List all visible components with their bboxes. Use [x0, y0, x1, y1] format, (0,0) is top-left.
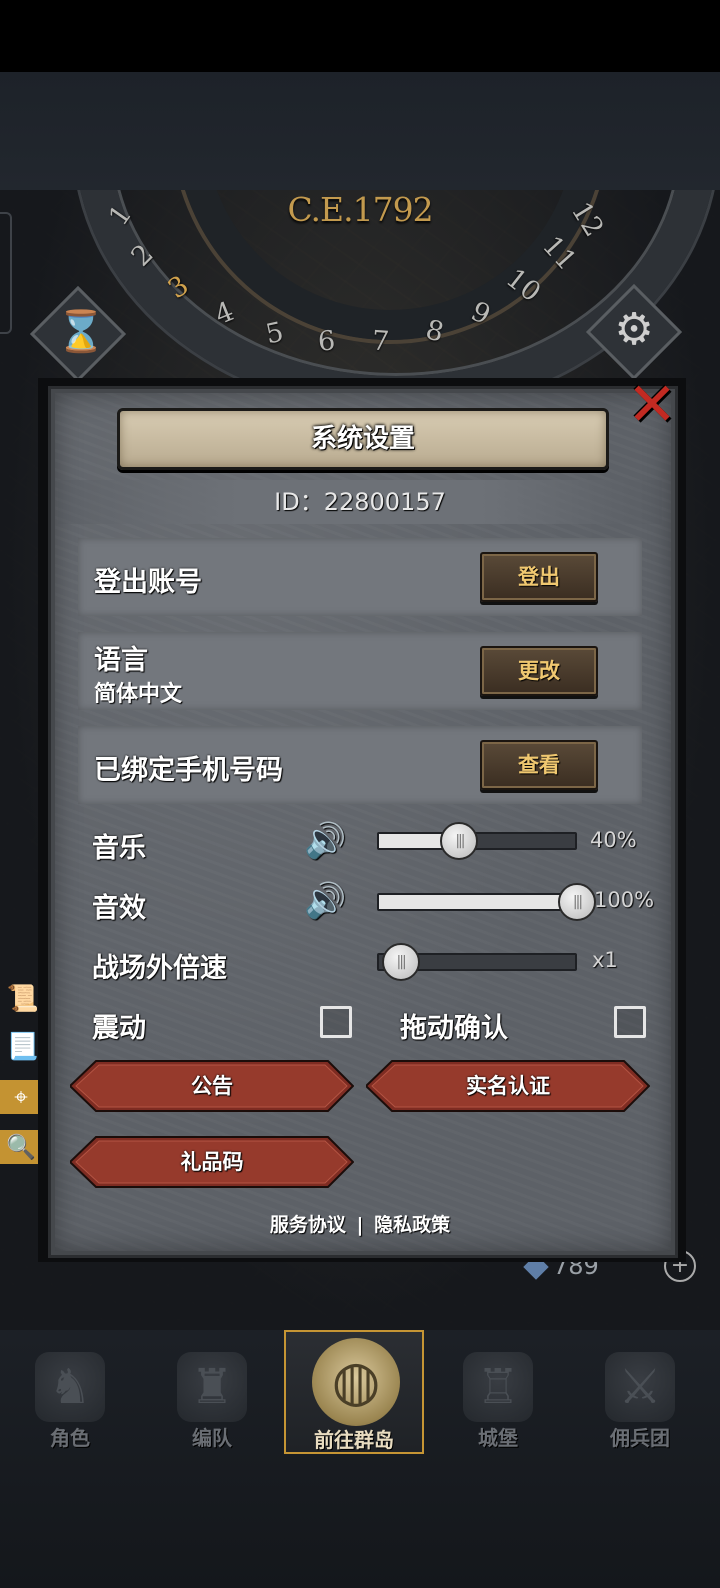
music-slider[interactable]: ||| — [377, 822, 577, 860]
status-bar-area — [0, 0, 720, 72]
announcement-label: 公告 — [191, 1074, 233, 1098]
map-scroll-icon[interactable]: 📃 — [6, 1030, 40, 1064]
mercenary-icon: ⚔ — [605, 1352, 675, 1422]
view-phone-button[interactable]: 查看 — [480, 740, 598, 790]
close-icon[interactable]: ✕ — [622, 375, 682, 435]
music-label: 音乐 — [92, 833, 146, 864]
dialog-title: 系统设置 — [310, 424, 415, 454]
logout-label: 登出账号 — [94, 567, 202, 598]
announcement-button[interactable]: 公告 — [70, 1060, 354, 1112]
privacy-policy-link[interactable]: 隐私政策 — [374, 1214, 450, 1236]
player-id: ID：22800157 — [274, 488, 446, 516]
nav-item-formation[interactable]: ♜ 编队 — [142, 1330, 282, 1454]
speed-slider[interactable]: ||| — [377, 943, 577, 981]
phone-label: 已绑定手机号码 — [94, 755, 283, 786]
nav-label: 前往群岛 — [314, 1428, 394, 1452]
gear-icon[interactable]: ⚙ — [605, 300, 663, 360]
music-volume-icon[interactable]: 🔊 — [304, 821, 350, 861]
helmet-icon: ♜ — [177, 1352, 247, 1422]
globe-icon: ◍ — [312, 1338, 400, 1426]
nav-label: 角色 — [50, 1426, 90, 1450]
top-dim-band — [0, 72, 720, 190]
sfx-label: 音效 — [92, 893, 146, 924]
service-agreement-link[interactable]: 服务协议 — [270, 1214, 346, 1236]
side-handle[interactable] — [0, 212, 12, 334]
nav-item-mercenary[interactable]: ⚔ 佣兵团 — [570, 1330, 710, 1454]
drag-confirm-label: 拖动确认 — [400, 1013, 508, 1044]
music-percent: 40% — [590, 828, 637, 852]
player-id-bar: ID：22800157 — [58, 480, 662, 524]
scroll-icon[interactable]: 📜 — [6, 982, 40, 1016]
language-value: 简体中文 — [94, 682, 183, 707]
target-icon[interactable]: ⌖ — [0, 1080, 42, 1114]
change-language-button[interactable]: 更改 — [480, 646, 598, 696]
nav-label: 编队 — [192, 1426, 232, 1450]
sfx-percent: 100% — [594, 888, 655, 912]
language-label: 语言 — [94, 645, 148, 676]
sfx-slider[interactable]: ||| — [377, 883, 596, 921]
vibration-label: 震动 — [92, 1013, 146, 1044]
castle-icon: ♖ — [463, 1352, 533, 1422]
nav-item-character[interactable]: ♞ 角色 — [0, 1330, 140, 1454]
speed-label: 战场外倍速 — [92, 953, 227, 984]
footer-separator: | — [356, 1214, 364, 1236]
giftcode-label: 礼品码 — [180, 1150, 244, 1174]
hourglass-icon[interactable]: ⌛ — [56, 307, 106, 357]
realname-button[interactable]: 实名认证 — [366, 1060, 650, 1112]
drag-confirm-checkbox[interactable] — [614, 1006, 646, 1038]
sfx-volume-icon[interactable]: 🔊 — [304, 881, 350, 921]
nav-label: 城堡 — [478, 1426, 518, 1450]
footer-links: 服务协议 | 隐私政策 — [0, 1210, 720, 1237]
nav-item-islands[interactable]: ◍ 前往群岛 — [284, 1330, 424, 1454]
nav-label: 佣兵团 — [610, 1426, 670, 1450]
sfx-slider-knob[interactable]: ||| — [558, 883, 596, 921]
realname-label: 实名认证 — [466, 1074, 550, 1098]
nav-item-castle[interactable]: ♖ 城堡 — [428, 1330, 568, 1454]
speed-slider-knob[interactable]: ||| — [381, 943, 420, 981]
logout-button[interactable]: 登出 — [480, 552, 598, 602]
sfx-slider-fill — [379, 895, 575, 909]
dialog-title-plate: 系统设置 — [117, 408, 609, 470]
month-6: 6 — [316, 325, 337, 358]
search-icon[interactable]: 🔍 — [0, 1130, 42, 1164]
calendar-year: C.E.1792 — [287, 190, 433, 229]
speed-value: x1 — [592, 948, 618, 972]
month-7: 7 — [370, 325, 391, 358]
bottom-nav: ♞ 角色 ♜ 编队 ◍ 前往群岛 ♖ 城堡 ⚔ 佣兵团 — [0, 1330, 720, 1454]
vibration-checkbox[interactable] — [320, 1006, 352, 1038]
giftcode-button[interactable]: 礼品码 — [70, 1136, 354, 1188]
knight-helmet-icon: ♞ — [35, 1352, 105, 1422]
